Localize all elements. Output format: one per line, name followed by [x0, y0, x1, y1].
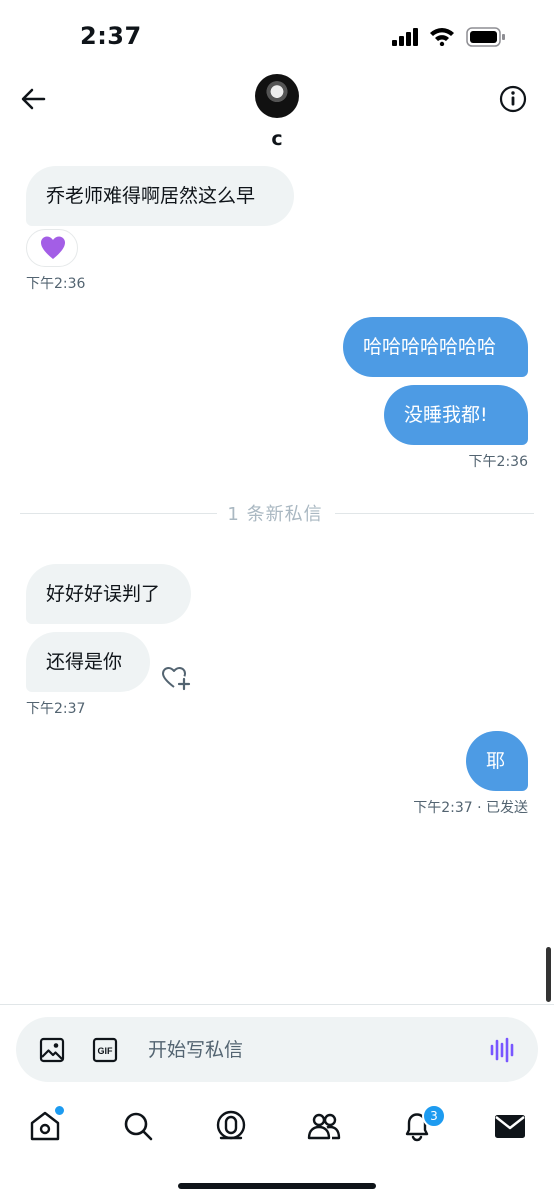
notification-badge: 3: [422, 1104, 446, 1128]
search-icon[interactable]: [120, 1108, 156, 1144]
wifi-icon: [430, 28, 454, 46]
conversation-title[interactable]: c: [0, 128, 554, 150]
composer-divider: [0, 1004, 554, 1005]
home-indicator[interactable]: [178, 1183, 376, 1189]
battery-icon: [466, 27, 505, 47]
image-icon[interactable]: [39, 1037, 65, 1063]
message-input[interactable]: [148, 1035, 468, 1065]
message-bubble-incoming[interactable]: 还得是你: [26, 632, 150, 692]
add-reaction-icon[interactable]: [161, 664, 191, 692]
spaces-icon[interactable]: [213, 1108, 249, 1144]
message-timestamp: 下午2:36: [468, 454, 528, 470]
back-arrow-icon[interactable]: [18, 84, 48, 114]
messages-icon[interactable]: [492, 1108, 528, 1144]
svg-text:GIF: GIF: [98, 1046, 114, 1056]
scrollbar[interactable]: [546, 947, 551, 1002]
message-timestamp: 下午2:37: [26, 701, 86, 717]
conversation-header: c: [0, 62, 554, 162]
home-unread-dot: [53, 1104, 66, 1117]
divider-line: [20, 513, 217, 514]
message-composer: GIF: [16, 1017, 538, 1082]
message-bubble-outgoing[interactable]: 耶: [466, 731, 528, 791]
info-icon[interactable]: [498, 84, 528, 114]
message-status: 下午2:37 · 已发送: [413, 800, 528, 816]
communities-icon[interactable]: [306, 1108, 342, 1144]
status-bar: 2:37: [0, 0, 554, 70]
message-bubble-outgoing[interactable]: 没睡我都!: [384, 385, 528, 445]
new-messages-divider: 1 条新私信: [227, 504, 323, 525]
purple-heart-icon: [41, 236, 65, 259]
signal-icon: [392, 28, 418, 46]
message-bubble-incoming[interactable]: 乔老师难得啊居然这么早: [26, 166, 294, 226]
gif-icon[interactable]: GIF: [92, 1037, 118, 1063]
bottom-nav: [0, 1100, 554, 1150]
message-reaction[interactable]: [26, 229, 78, 267]
divider-line: [335, 513, 534, 514]
avatar[interactable]: [255, 74, 299, 118]
status-time: 2:37: [80, 22, 142, 50]
message-bubble-incoming[interactable]: 好好好误判了: [26, 564, 191, 624]
message-bubble-outgoing[interactable]: 哈哈哈哈哈哈哈: [343, 317, 528, 377]
message-timestamp: 下午2:36: [26, 276, 86, 292]
voice-message-icon[interactable]: [488, 1035, 518, 1065]
